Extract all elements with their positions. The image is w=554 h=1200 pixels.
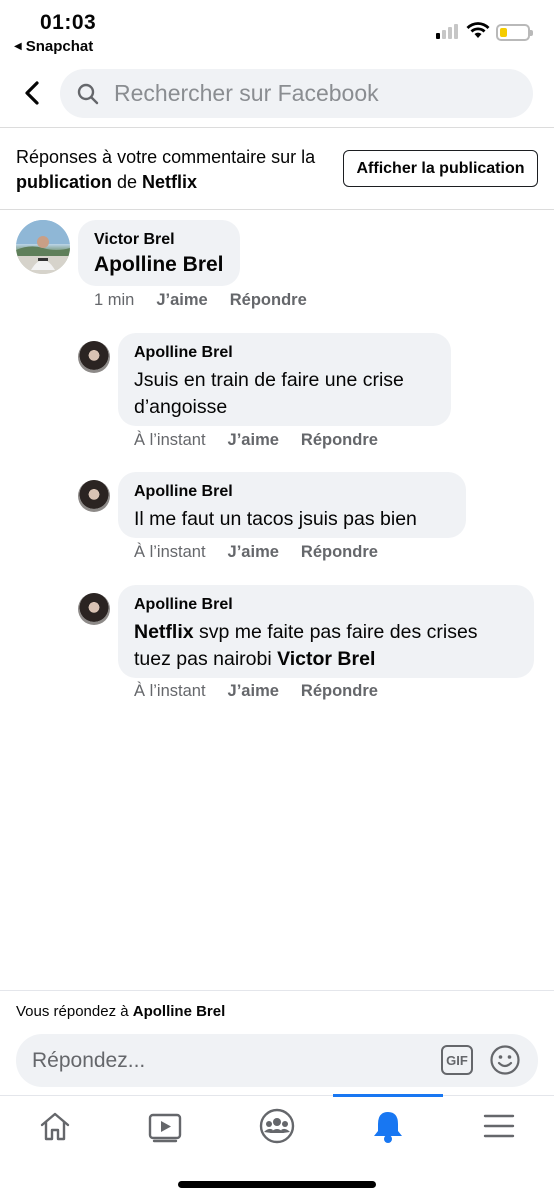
like-button[interactable]: J’aime <box>228 431 279 450</box>
reply-composer[interactable]: GIF <box>16 1034 538 1087</box>
context-publication-link: publication <box>16 172 112 192</box>
battery-icon <box>496 24 533 41</box>
comment-mention[interactable]: Apolline Brel <box>94 250 224 280</box>
back-arrow-icon[interactable] <box>18 78 48 108</box>
replying-to-name: Apolline Brel <box>132 1003 226 1020</box>
avatar[interactable] <box>16 220 70 274</box>
reply-actions: À l’instant J’aime Répondre <box>134 682 378 701</box>
victor-avatar-image <box>16 220 70 274</box>
reply-text: Netflix svp me faite pas faire des crise… <box>134 619 518 673</box>
comment-author[interactable]: Victor Brel <box>94 230 224 250</box>
context-header: Réponses à votre commentaire sur la publ… <box>0 129 554 210</box>
reply-button[interactable]: Répondre <box>230 291 307 310</box>
like-button[interactable]: J’aime <box>156 291 207 310</box>
comment-actions: 1 min J’aime Répondre <box>94 291 307 310</box>
reply-bubble: Apolline Brel Jsuis en train de faire un… <box>118 333 451 426</box>
nav-menu[interactable] <box>444 1096 554 1156</box>
like-button[interactable]: J’aime <box>228 543 279 562</box>
reply-time: À l’instant <box>134 543 206 561</box>
reply-author[interactable]: Apolline Brel <box>134 343 435 363</box>
search-icon <box>77 83 99 104</box>
avatar[interactable] <box>78 593 110 625</box>
comment-time: 1 min <box>94 291 135 309</box>
search-header <box>0 60 554 128</box>
nav-groups[interactable] <box>222 1096 332 1156</box>
mention-netflix[interactable]: Netflix <box>134 621 194 643</box>
context-text-prefix: Réponses à votre commentaire sur la <box>16 147 316 167</box>
bottom-navigation <box>0 1094 554 1156</box>
replying-to-label: Vous répondez à Apolline Brel <box>0 990 554 1020</box>
reply-author[interactable]: Apolline Brel <box>134 595 518 615</box>
reply-text: Jsuis en train de faire une crise d’ango… <box>134 369 404 418</box>
wifi-icon <box>466 22 490 38</box>
cellular-signal-icon <box>436 24 458 39</box>
reply-actions: À l’instant J’aime Répondre <box>134 431 378 450</box>
comment-bubble: Victor Brel Apolline Brel <box>78 220 240 286</box>
status-time: 01:03 <box>40 11 97 34</box>
context-description: Réponses à votre commentaire sur la publ… <box>16 145 336 195</box>
search-bar[interactable] <box>60 69 533 118</box>
reply-author[interactable]: Apolline Brel <box>134 482 450 502</box>
replying-to-prefix: Vous répondez à <box>16 1003 133 1020</box>
notifications-icon <box>374 1112 402 1143</box>
search-input[interactable] <box>114 80 494 107</box>
reply-input[interactable] <box>32 1048 432 1073</box>
context-page-name: Netflix <box>142 172 198 192</box>
reply-time: À l’instant <box>134 682 206 700</box>
avatar[interactable] <box>78 341 110 373</box>
status-bar: 01:03 ◀ Snapchat <box>0 0 554 58</box>
nav-watch[interactable] <box>110 1096 220 1156</box>
show-post-button[interactable]: Afficher la publication <box>343 150 538 187</box>
reply-text: Il me faut un tacos jsuis pas bien <box>134 508 417 530</box>
back-triangle-icon: ◀ <box>14 41 22 52</box>
reply-button[interactable]: Répondre <box>301 682 378 701</box>
gif-icon[interactable]: GIF <box>441 1045 473 1075</box>
reply-time: À l’instant <box>134 431 206 449</box>
emoji-icon[interactable] <box>489 1044 521 1076</box>
mention-victor[interactable]: Victor Brel <box>277 648 375 670</box>
menu-icon <box>483 1114 515 1138</box>
watch-icon <box>148 1113 182 1143</box>
groups-icon <box>259 1108 295 1144</box>
nav-notifications[interactable] <box>333 1094 443 1156</box>
reply-actions: À l’instant J’aime Répondre <box>134 543 378 562</box>
context-text-middle: de <box>112 172 143 192</box>
avatar[interactable] <box>78 480 110 512</box>
reply-bubble: Apolline Brel Netflix svp me faite pas f… <box>118 585 534 678</box>
back-app-label: Snapchat <box>25 38 94 55</box>
like-button[interactable]: J’aime <box>228 682 279 701</box>
nav-home[interactable] <box>0 1096 110 1156</box>
reply-button[interactable]: Répondre <box>301 431 378 450</box>
reply-bubble: Apolline Brel Il me faut un tacos jsuis … <box>118 472 466 538</box>
home-indicator[interactable] <box>178 1181 376 1188</box>
back-to-app-link[interactable]: ◀ Snapchat <box>14 38 93 55</box>
home-icon <box>40 1112 70 1141</box>
reply-button[interactable]: Répondre <box>301 543 378 562</box>
